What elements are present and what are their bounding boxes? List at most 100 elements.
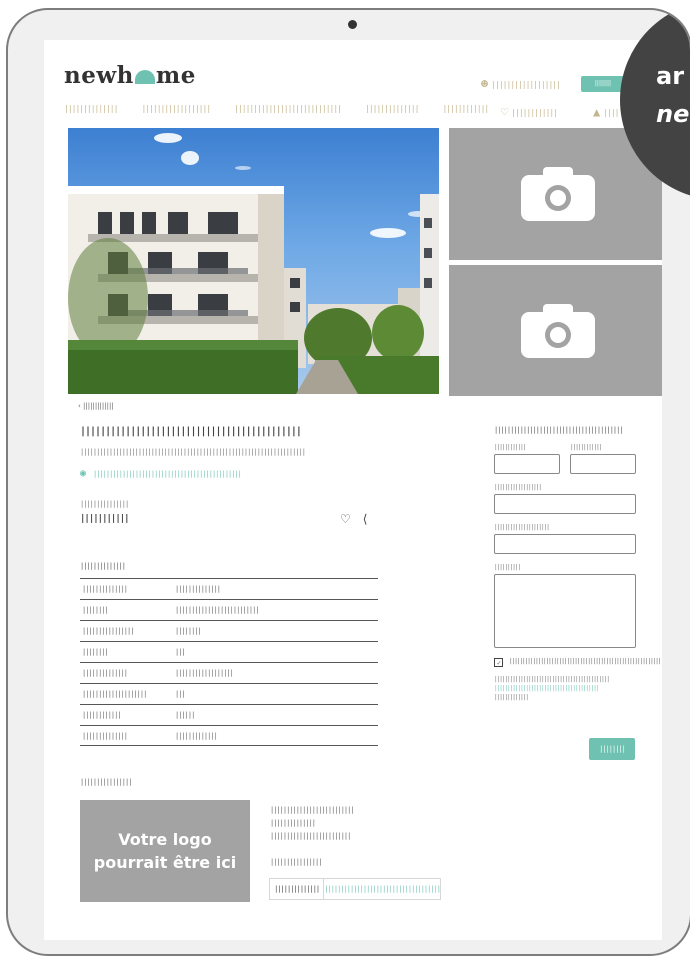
agency-logo-placeholder: Votre logo pourrait être ici [80, 800, 250, 902]
message-label: |||||||||| [494, 564, 521, 571]
nav-item[interactable]: |||||||||||||||||| [141, 104, 211, 113]
last-name-label: |||||||||||| [570, 444, 602, 451]
alerts-label: |||| [603, 107, 619, 117]
user-icon: ☻ [481, 77, 488, 91]
main-nav: |||||||||||||| |||||||||||||||||| ||||||… [64, 104, 489, 113]
spec-value: ||| [175, 648, 186, 656]
spec-key: |||||||| [82, 648, 109, 656]
apartment-building-photo [68, 133, 439, 394]
back-link[interactable]: ‹ ||||||||||||| [78, 402, 114, 410]
form-title: |||||||||||||||||||||||||||||||||||||||| [494, 426, 624, 434]
camera-icon [520, 167, 595, 221]
front-camera [348, 20, 357, 29]
first-name-field[interactable] [494, 454, 560, 474]
favorites-link[interactable]: ♡ |||||||||||| [501, 105, 558, 119]
agent-info-line: |||||||||||||| [270, 819, 316, 827]
location-text: ||||||||||||||||||||||||||||||||||||||||… [93, 469, 242, 478]
nav-item[interactable]: |||||||||||||| [64, 104, 118, 113]
account-label: |||||||||||||||||| [491, 79, 561, 89]
nav-item[interactable]: |||||||||||||||||||||||||||| [234, 104, 342, 113]
bell-icon: ▲ [593, 105, 600, 119]
table-row: |||||||||||||| |||||||||||||| [80, 578, 378, 599]
legal-line: ||||||||||||| [494, 694, 529, 701]
consent-text: ||||||||||||||||||||||||||||||||||||||||… [509, 658, 662, 665]
camera-icon [520, 303, 595, 358]
listing-subtitle: ||||||||||||||||||||||||||||||||||||||||… [80, 448, 306, 456]
table-row: |||||||||||||| |||||||||||||||||| [80, 662, 378, 683]
send-button[interactable]: |||||||| [589, 738, 635, 760]
spec-value: ||| [175, 690, 186, 698]
agent-heading: |||||||||||||||| [80, 778, 132, 786]
share-icon[interactable]: ⟨ [363, 512, 368, 526]
legal-link[interactable]: |||||||||||||||||||||||||||||||||||||||| [494, 684, 636, 693]
spec-value: |||||||||||||||||| [175, 669, 234, 677]
logo-suffix: me [155, 62, 196, 89]
phone-reveal[interactable]: |||||||||||||| |||||||||||||||||||||||||… [269, 878, 441, 900]
table-row: |||||||| ||| [80, 641, 378, 662]
screen: newh me |||||||||||||| ||||||||||||||||||… [44, 40, 662, 940]
tablet-frame: newh me |||||||||||||| ||||||||||||||||||… [6, 8, 690, 956]
table-row: |||||||| |||||||||||||||||||||||||| [80, 599, 378, 620]
phone-field-label: ||||||||||||||||||||| [494, 524, 550, 531]
table-row: |||||||||||||||||||| ||| [80, 683, 378, 704]
spec-value: |||||| [175, 711, 195, 719]
consent-checkbox[interactable]: ✓ [494, 658, 503, 667]
nav-item[interactable]: |||||||||||||| [365, 104, 419, 113]
brand-logo[interactable]: newh me [64, 62, 196, 89]
spec-key: |||||||||||||||||||| [82, 690, 147, 698]
table-row: |||||||||||| |||||| [80, 704, 378, 725]
spec-key: |||||||||||||| [82, 669, 128, 677]
account-link[interactable]: ☻ |||||||||||||||||| [481, 77, 561, 91]
favorites-label: |||||||||||| [511, 107, 558, 117]
message-field[interactable] [494, 574, 636, 648]
logo-placeholder-line2: pourrait être ici [93, 853, 237, 872]
spec-value: |||||||||||||| [175, 585, 221, 593]
badge-line1: ar [656, 62, 685, 90]
specs-table: |||||||||||||| |||||||||||||| |||||||| |||… [80, 578, 378, 746]
listing-title: ||||||||||||||||||||||||||||||||||||||||… [80, 426, 302, 437]
legal-line: ||||||||||||||||||||||||||||||||||||||||… [494, 676, 610, 683]
logo-prefix: newh [64, 62, 134, 89]
spec-key: |||||||||||| [82, 711, 122, 719]
table-row: |||||||||||||||| |||||||| [80, 620, 378, 641]
spec-key: |||||||||||||| [82, 731, 128, 740]
heart-icon[interactable]: ♡ [340, 512, 351, 526]
spec-key: |||||||||||||||| [82, 627, 134, 635]
phone-number[interactable]: |||||||||||||||||||||||||||||||||||| [324, 879, 441, 899]
badge-line2: nev [656, 100, 690, 128]
agent-info-line: |||||||||||||||||||||||||| [270, 806, 355, 814]
show-phone-button[interactable]: |||||||||||||| [270, 879, 325, 899]
primary-header-button[interactable]: |||||||| [581, 76, 625, 92]
check-icon: ✓ [496, 659, 501, 667]
last-name-field[interactable] [570, 454, 636, 474]
heart-icon: ♡ [501, 105, 508, 119]
table-row: |||||||||||||| ||||||||||||| [80, 725, 378, 746]
specs-heading: |||||||||||||| [80, 562, 126, 570]
agent-info-line: ||||||||||||||||||||||||| [270, 832, 351, 840]
listing-location[interactable]: ◉ ||||||||||||||||||||||||||||||||||||||… [80, 468, 242, 479]
legal-text: ||||||||||||||||||||||||||||||||||||||||… [494, 675, 636, 702]
spec-value: |||||||| [175, 627, 202, 635]
listing-actions: ♡ ⟨ [340, 512, 367, 526]
spec-value: ||||||||||||| [175, 731, 218, 740]
spec-key: |||||||| [82, 606, 109, 614]
consent-row: ✓ ||||||||||||||||||||||||||||||||||||||… [494, 658, 662, 667]
phone-label: |||||||||||||||| [270, 858, 322, 866]
alerts-link[interactable]: ▲ |||| [593, 105, 620, 119]
price-label: ||||||||||||||| [80, 500, 129, 508]
email-label: |||||||||||||||||| [494, 484, 542, 491]
photo-placeholder[interactable] [449, 265, 662, 396]
first-name-label: |||||||||||| [494, 444, 526, 451]
price-value: ||||||||||| [80, 514, 130, 524]
agent-info: |||||||||||||||||||||||||| |||||||||||||… [270, 804, 355, 843]
location-pin-icon: ◉ [80, 468, 86, 479]
house-icon [134, 70, 155, 84]
photo-placeholder[interactable] [449, 128, 662, 260]
main-photo[interactable] [68, 128, 439, 394]
contact-form: ||||||||||||||||||||||||||||||||||||||||… [494, 426, 662, 702]
phone-field[interactable] [494, 534, 636, 554]
logo-placeholder-line1: Votre logo [118, 830, 212, 849]
email-field[interactable] [494, 494, 636, 514]
spec-key: |||||||||||||| [82, 585, 128, 593]
spec-value: |||||||||||||||||||||||||| [175, 606, 260, 614]
